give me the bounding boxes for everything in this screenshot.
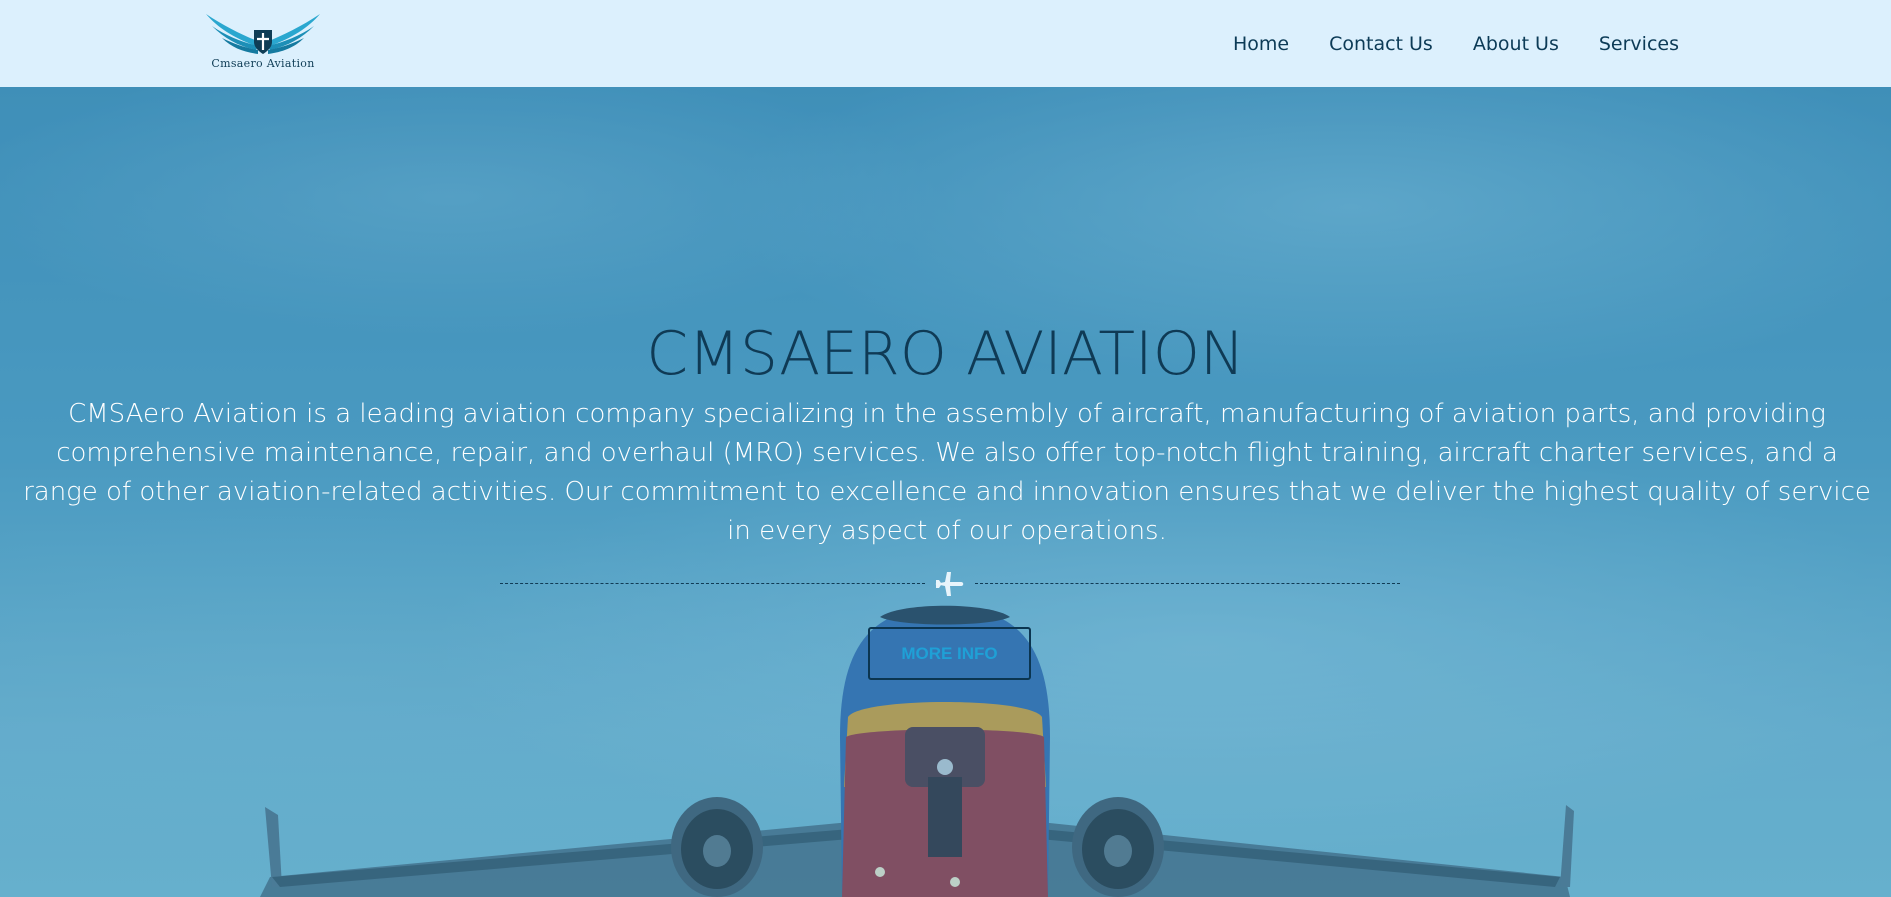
hero-section: CMSAERO AVIATION CMSAero Aviation is a l… — [0, 87, 1891, 897]
main-nav: Home Contact Us About Us Services — [1233, 0, 1679, 87]
site-header: Cmsaero Aviation Home Contact Us About U… — [0, 0, 1891, 87]
divider-line-right — [975, 583, 1400, 584]
hero-divider — [500, 569, 1400, 599]
winged-shield-logo-icon — [206, 14, 320, 54]
nav-home[interactable]: Home — [1233, 33, 1289, 55]
airplane-icon — [935, 572, 964, 596]
hero-title: CMSAERO AVIATION — [646, 319, 1245, 389]
more-info-button[interactable]: MORE INFO — [868, 627, 1031, 680]
logo[interactable]: Cmsaero Aviation — [203, 12, 323, 70]
nav-contact-us[interactable]: Contact Us — [1329, 33, 1433, 55]
logo-text: Cmsaero Aviation — [211, 57, 315, 70]
divider-line-left — [500, 583, 925, 584]
nav-about-us[interactable]: About Us — [1473, 33, 1559, 55]
nav-services[interactable]: Services — [1599, 33, 1679, 55]
hero-description: CMSAero Aviation is a leading aviation c… — [23, 399, 1871, 546]
